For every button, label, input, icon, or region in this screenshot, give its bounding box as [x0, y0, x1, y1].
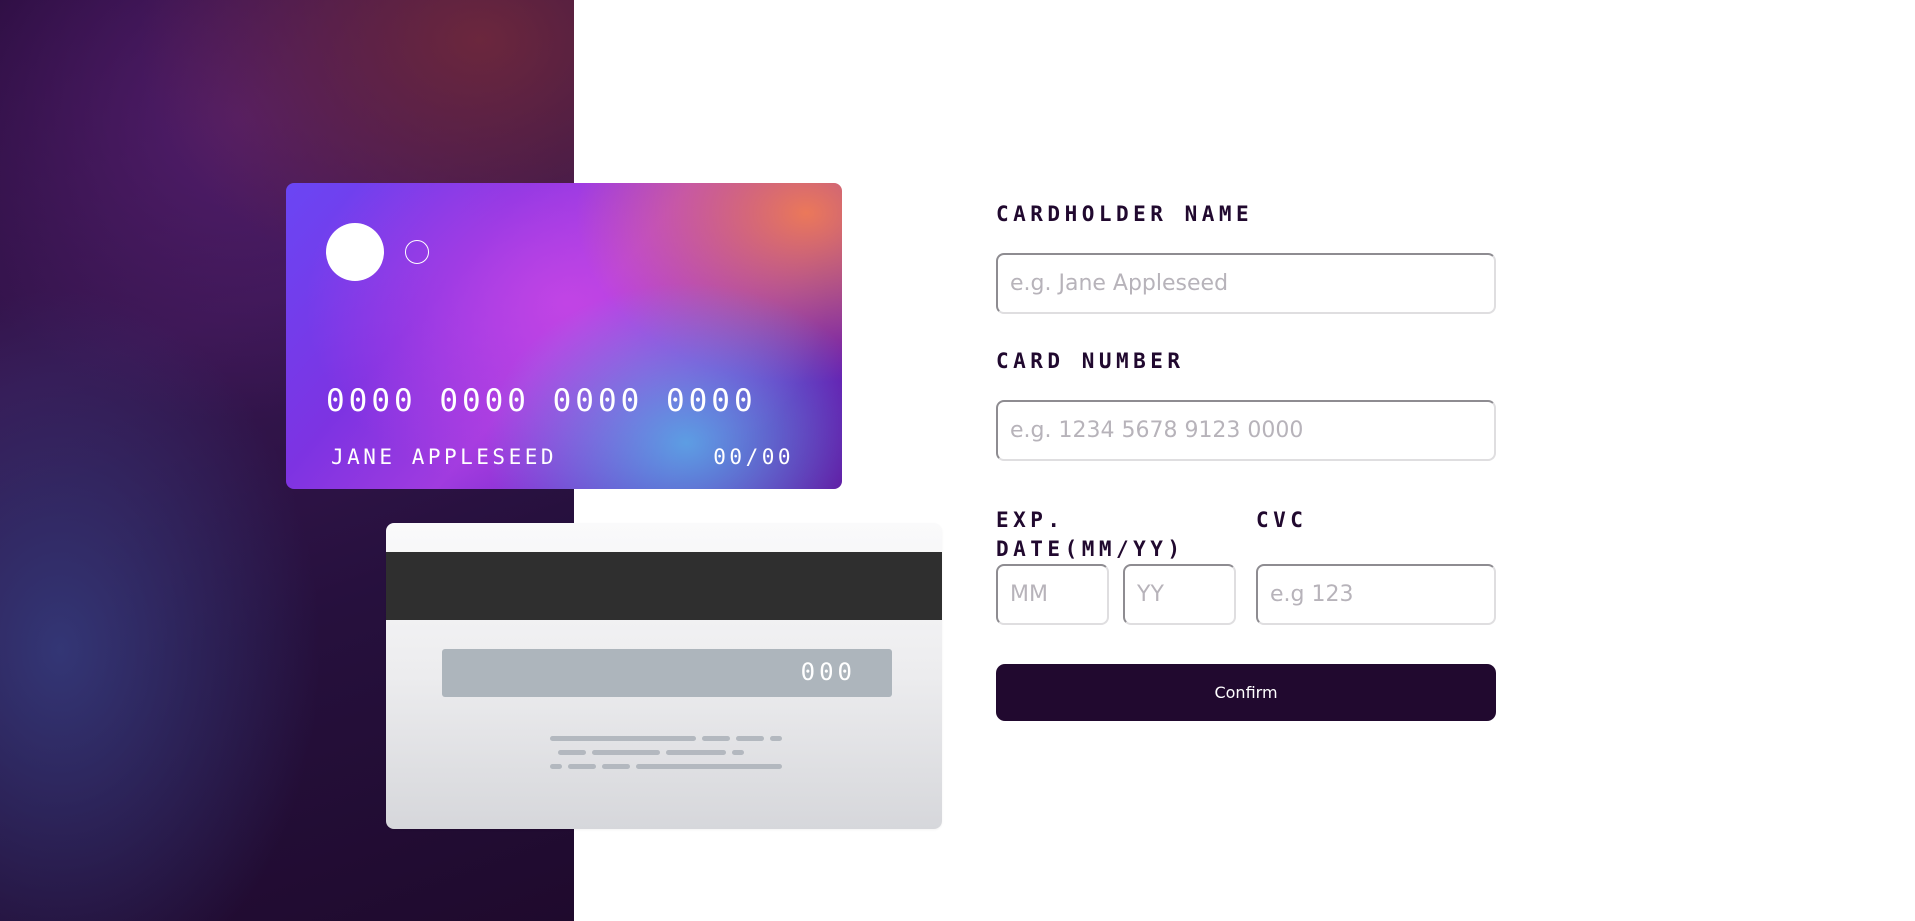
card-back: 000: [386, 523, 942, 829]
fine-print-line: [666, 750, 726, 755]
fine-print-line: [636, 764, 782, 769]
card-number-display: 0000 0000 0000 0000: [326, 383, 757, 419]
magnetic-strip: [386, 552, 942, 620]
cardholder-name-input[interactable]: [996, 253, 1496, 314]
fine-print-line: [550, 736, 696, 741]
card-logo-filled-circle-icon: [326, 223, 384, 281]
fine-print-line: [732, 750, 744, 755]
confirm-button[interactable]: Confirm: [996, 664, 1496, 721]
card-front: 0000 0000 0000 0000 JANE APPLESEED 00/00: [286, 183, 842, 489]
cardholder-name-label: CARDHOLDER NAME: [996, 202, 1254, 226]
page: 0000 0000 0000 0000 JANE APPLESEED 00/00…: [0, 0, 1915, 921]
fine-print-line: [702, 736, 730, 741]
fine-print-line: [558, 750, 586, 755]
fine-print-line: [602, 764, 630, 769]
fine-print-line: [736, 736, 764, 741]
exp-date-label: EXP. DATE(MM/YY): [996, 506, 1185, 564]
exp-date-label-line1: EXP.: [996, 508, 1065, 532]
exp-month-input[interactable]: [996, 564, 1109, 625]
card-expiry-display: 00/00: [713, 445, 794, 469]
cvc-input[interactable]: [1256, 564, 1496, 625]
fine-print-line: [770, 736, 782, 741]
card-cvc-display: 000: [800, 658, 856, 686]
fine-print-line: [550, 764, 562, 769]
fine-print-line: [592, 750, 660, 755]
fine-print-line: [568, 764, 596, 769]
card-number-label: CARD NUMBER: [996, 349, 1185, 373]
card-number-input[interactable]: [996, 400, 1496, 461]
card-expiry-value: 00/00: [713, 445, 794, 469]
exp-year-input[interactable]: [1123, 564, 1236, 625]
cvc-label: CVC: [1256, 508, 1308, 532]
signature-strip: 000: [442, 649, 892, 697]
card-logo-outline-circle-icon: [405, 240, 429, 264]
exp-date-label-line2: DATE(MM/YY): [996, 537, 1185, 561]
cardholder-name-display: JANE APPLESEED: [331, 445, 558, 469]
